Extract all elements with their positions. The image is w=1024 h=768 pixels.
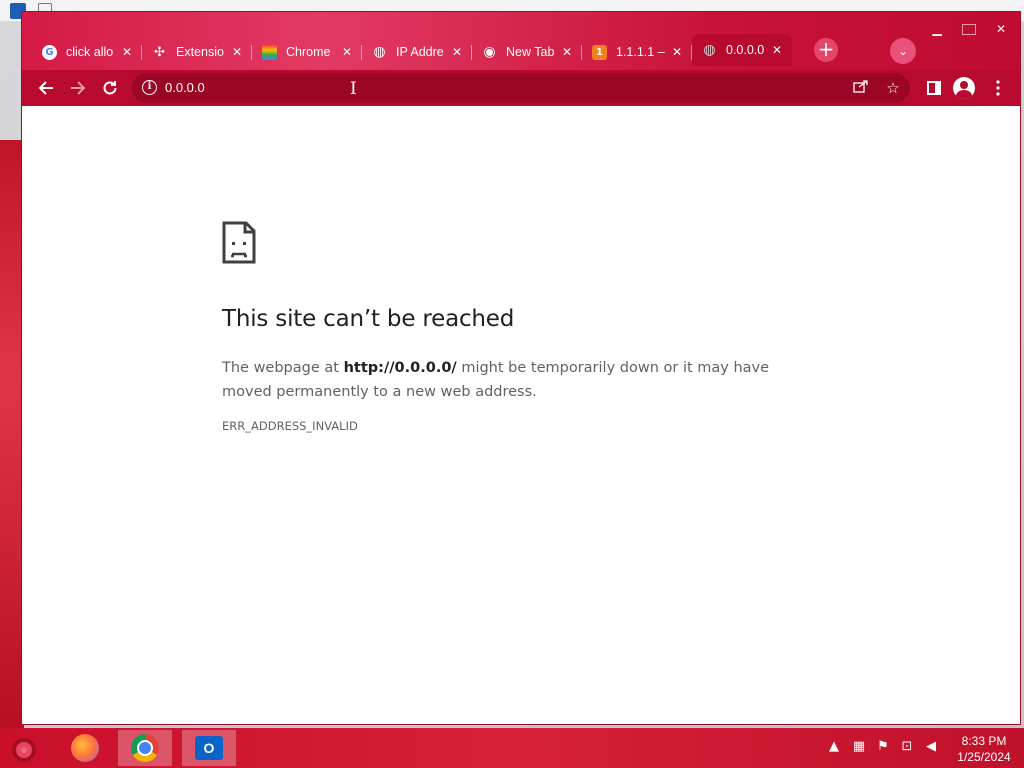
desktop-wallpaper bbox=[0, 140, 24, 730]
rainbow-icon: ≈ bbox=[262, 44, 277, 60]
clock-time: 8:33 PM bbox=[961, 734, 1007, 748]
device-icon[interactable]: ⊡ bbox=[898, 739, 916, 757]
forward-arrow-icon bbox=[71, 81, 86, 95]
forward-button[interactable] bbox=[64, 74, 92, 102]
taskbar-firefox[interactable] bbox=[58, 730, 112, 766]
chrome-icon bbox=[131, 734, 159, 762]
error-title: This site can’t be reached bbox=[222, 306, 515, 332]
chrome-window: ▁ ✕ G click allo ✕ ✣ Extensio ✕ ≈ Chrome… bbox=[22, 12, 1020, 724]
title-bar: ▁ ✕ G click allo ✕ ✣ Extensio ✕ ≈ Chrome… bbox=[22, 12, 1020, 70]
tab-title: 0.0.0.0 bbox=[726, 43, 765, 57]
clock-date: 1/25/2024 bbox=[957, 750, 1011, 764]
page-content: This site can’t be reached The webpage a… bbox=[22, 106, 1020, 724]
cloudflare-1111-icon: 1 bbox=[592, 44, 607, 60]
back-button[interactable] bbox=[32, 74, 60, 102]
avatar-body bbox=[956, 90, 972, 99]
tab-search-button[interactable]: ⌄ bbox=[890, 38, 916, 64]
tab-chrome[interactable]: ≈ Chrome ✕ bbox=[252, 38, 362, 66]
tab-click-allow[interactable]: G click allo ✕ bbox=[32, 38, 142, 66]
volume-muted-icon[interactable]: ◀ bbox=[922, 739, 940, 757]
address-text: 0.0.0.0 bbox=[165, 80, 205, 95]
globe-icon: ◍ bbox=[703, 42, 716, 58]
error-body-prefix: The webpage at bbox=[222, 360, 344, 376]
tab-close-icon[interactable]: ✕ bbox=[450, 45, 464, 59]
puzzle-icon: ✣ bbox=[154, 44, 165, 60]
side-panel-button[interactable] bbox=[920, 74, 948, 102]
tab-title: Extensio bbox=[176, 45, 224, 59]
taskbar-chrome[interactable] bbox=[118, 730, 172, 766]
back-arrow-icon bbox=[38, 81, 53, 95]
taskbar: O ▲ ▦ ⚑ ⊡ ◀ 8:33 PM 1/25/2024 bbox=[0, 728, 1024, 768]
browser-toolbar: i 0.0.0.0 I ☆ bbox=[22, 70, 1020, 106]
error-code: ERR_ADDRESS_INVALID bbox=[222, 419, 358, 433]
firefox-icon bbox=[71, 734, 99, 762]
avatar-head bbox=[960, 81, 968, 89]
tab-close-icon[interactable]: ✕ bbox=[340, 45, 354, 59]
address-bar[interactable]: i 0.0.0.0 I ☆ bbox=[132, 73, 910, 103]
share-icon[interactable] bbox=[850, 77, 872, 99]
reload-button[interactable] bbox=[96, 74, 124, 102]
tab-title: Chrome bbox=[286, 45, 331, 59]
tab-title: New Tab bbox=[506, 45, 555, 59]
flag-icon[interactable]: ⚑ bbox=[874, 739, 892, 757]
network-icon[interactable]: ▦ bbox=[850, 739, 868, 757]
error-description: The webpage at http://0.0.0.0/ might be … bbox=[222, 356, 802, 404]
show-hidden-icons-icon[interactable]: ▲ bbox=[825, 739, 843, 757]
tab-close-icon[interactable]: ✕ bbox=[670, 45, 684, 59]
menu-button[interactable] bbox=[984, 74, 1012, 102]
tab-close-icon[interactable]: ✕ bbox=[560, 45, 574, 59]
tab-title: IP Addre bbox=[396, 45, 444, 59]
text-cursor-icon: I bbox=[350, 79, 357, 99]
maximize-button[interactable] bbox=[954, 20, 984, 38]
sad-document-icon bbox=[222, 221, 256, 264]
maximize-icon bbox=[962, 23, 976, 35]
side-panel-icon bbox=[927, 81, 941, 95]
profile-avatar[interactable] bbox=[953, 77, 975, 99]
tab-extensions[interactable]: ✣ Extensio ✕ bbox=[142, 38, 252, 66]
tab-0000-active[interactable]: ◍ 0.0.0.0 ✕ bbox=[692, 34, 792, 66]
start-button-icon[interactable] bbox=[8, 734, 40, 764]
new-tab-button[interactable]: + bbox=[814, 38, 838, 62]
tab-close-icon[interactable]: ✕ bbox=[120, 45, 134, 59]
tab-close-icon[interactable]: ✕ bbox=[770, 43, 784, 57]
window-controls: ▁ ✕ bbox=[922, 20, 1016, 38]
chrome-icon: ◉ bbox=[483, 44, 496, 60]
tab-close-icon[interactable]: ✕ bbox=[230, 45, 244, 59]
error-url: http://0.0.0.0/ bbox=[343, 360, 457, 376]
kebab-menu-icon bbox=[996, 80, 1000, 96]
tab-title: 1.1.1.1 – bbox=[616, 45, 665, 59]
tab-strip: G click allo ✕ ✣ Extensio ✕ ≈ Chrome ✕ ◍… bbox=[32, 34, 792, 66]
site-info-icon[interactable]: i bbox=[142, 80, 157, 95]
outlook-icon: O bbox=[195, 736, 223, 760]
tab-1111[interactable]: 1 1.1.1.1 – ✕ bbox=[582, 38, 692, 66]
tab-ip-address[interactable]: ◍ IP Addre ✕ bbox=[362, 38, 472, 66]
bookmark-star-icon[interactable]: ☆ bbox=[882, 77, 904, 99]
google-icon: G bbox=[42, 44, 57, 60]
minimize-button[interactable]: ▁ bbox=[922, 20, 952, 38]
taskbar-clock[interactable]: 8:33 PM 1/25/2024 bbox=[952, 733, 1016, 765]
close-window-button[interactable]: ✕ bbox=[986, 20, 1016, 38]
globe-icon: ◍ bbox=[373, 44, 386, 60]
taskbar-outlook[interactable]: O bbox=[182, 730, 236, 766]
reload-icon bbox=[103, 81, 117, 95]
tab-title: click allo bbox=[66, 45, 114, 59]
tab-new-tab[interactable]: ◉ New Tab ✕ bbox=[472, 38, 582, 66]
